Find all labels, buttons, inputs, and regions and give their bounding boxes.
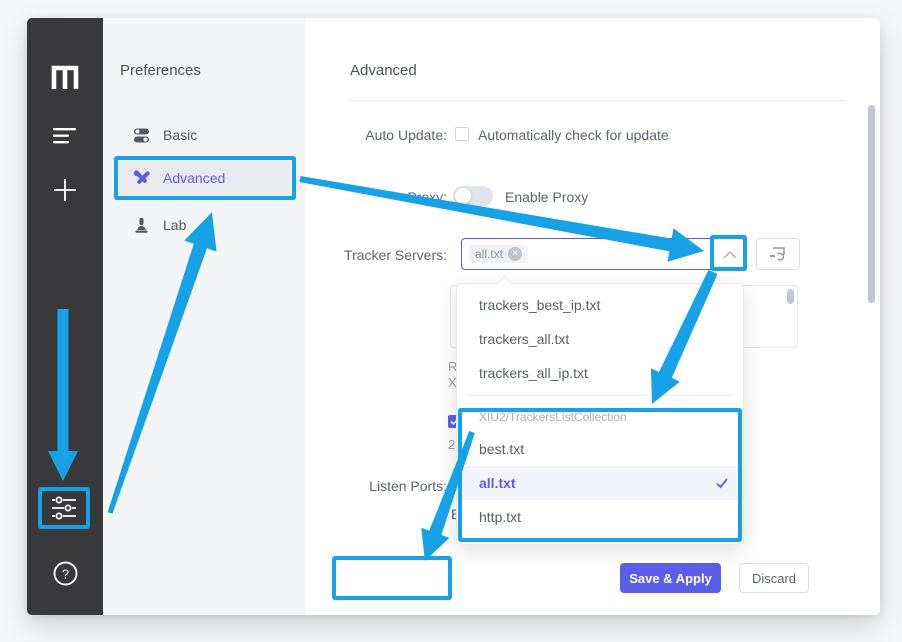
sidebar-item-label: Lab (163, 217, 186, 233)
sync-trackers-button[interactable] (756, 238, 800, 270)
dropdown-option[interactable]: trackers_all_ip.txt (457, 356, 743, 390)
tag-label: all.txt (475, 247, 503, 261)
preferences-panel: Preferences Basic Advanced (103, 18, 305, 615)
annotation-box-dropdown-group (458, 408, 742, 542)
dropdown-divider (467, 395, 733, 396)
add-task-icon[interactable] (53, 178, 77, 202)
proxy-label: Proxy: (307, 189, 447, 205)
basic-toggles-icon (133, 127, 150, 144)
motrix-logo-icon (50, 64, 80, 90)
discard-button[interactable]: Discard (739, 563, 809, 593)
auto-update-label: Auto Update: (307, 127, 447, 143)
page-title: Advanced (350, 62, 417, 79)
proxy-toggle[interactable] (453, 186, 493, 206)
dropdown-option[interactable]: trackers_best_ip.txt (457, 288, 743, 322)
listen-ports-label: Listen Ports: (307, 478, 447, 494)
app-window: ? Preferences Basic (27, 18, 880, 615)
sidebar-item-lab[interactable]: Lab (118, 208, 290, 242)
help-icon[interactable]: ? (53, 561, 78, 586)
annotation-box-advanced (114, 156, 296, 200)
screenshot-stage: ? Preferences Basic (0, 0, 902, 642)
proxy-toggle-label: Enable Proxy (505, 189, 588, 205)
page-scrollbar[interactable] (868, 105, 875, 303)
svg-text:?: ? (62, 567, 69, 582)
save-apply-button[interactable]: Save & Apply (620, 563, 721, 593)
sync-icon (769, 246, 787, 262)
annotation-box-chevron (710, 235, 747, 271)
auto-update-checkbox-label: Automatically check for update (478, 127, 669, 143)
task-list-icon[interactable] (53, 127, 77, 145)
selected-tracker-tag: all.txt × (469, 245, 528, 263)
title-divider (350, 100, 845, 101)
tracker-servers-select[interactable]: all.txt × (461, 238, 745, 270)
annotation-box-save (332, 556, 452, 600)
toggle-knob (455, 188, 471, 204)
annotation-box-preferences-icon (38, 487, 90, 529)
auto-update-checkbox[interactable] (455, 127, 469, 141)
sidebar-item-label: Basic (163, 127, 197, 143)
dropdown-option[interactable]: trackers_all.txt (457, 322, 743, 356)
tag-close-icon[interactable]: × (508, 247, 522, 261)
textarea-scrollbar[interactable] (787, 289, 794, 304)
tracker-servers-label: Tracker Servers: (307, 247, 447, 263)
info-text-fragment: 2 (448, 437, 455, 452)
lab-stamp-icon (133, 217, 150, 234)
preferences-title: Preferences (120, 62, 201, 79)
sidebar-item-basic[interactable]: Basic (118, 118, 290, 152)
